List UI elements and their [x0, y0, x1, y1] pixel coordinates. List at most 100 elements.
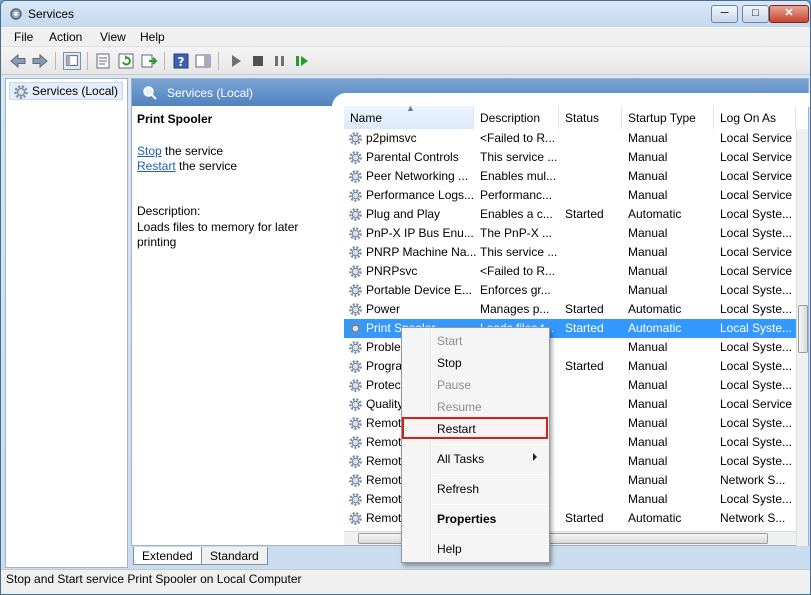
menu-bar: File Action View Help [1, 27, 810, 47]
menu-item-properties[interactable]: Properties [437, 512, 496, 530]
gear-icon [349, 227, 362, 240]
gear-icon [349, 265, 362, 278]
show-action-pane-icon[interactable] [194, 52, 212, 70]
cell-status: Started [565, 207, 604, 221]
cell-startup-type: Manual [628, 131, 668, 145]
cell-startup-type: Manual [628, 245, 668, 259]
stop-icon[interactable] [249, 52, 267, 70]
column-header-startup-type[interactable]: Startup Type [622, 106, 714, 129]
vertical-scrollbar[interactable] [796, 129, 808, 546]
minimize-button[interactable]: ─ [711, 5, 738, 23]
submenu-arrow-icon [533, 453, 537, 461]
close-button[interactable]: ✕ [769, 5, 809, 23]
cell-log-on-as: Local Syste... [720, 435, 793, 449]
cell-log-on-as: Local Syste... [720, 454, 793, 468]
svg-text:?: ? [178, 55, 185, 69]
cell-log-on-as: Local Syste... [720, 321, 793, 335]
table-row[interactable]: Performance Logs... Performanc... Manual Lo… [344, 186, 796, 205]
maximize-button[interactable]: □ [742, 5, 769, 23]
pause-icon[interactable] [271, 52, 289, 70]
menu-help[interactable]: Help [140, 30, 165, 44]
menu-separator [433, 534, 548, 535]
column-header-log-on-as[interactable]: Log On As [714, 106, 796, 129]
table-row[interactable]: PnP-X IP Bus Enu... The PnP-X ... Manual Lo… [344, 224, 796, 243]
vertical-scroll-thumb[interactable] [798, 305, 808, 353]
description-label: Description: [137, 204, 201, 218]
menu-item-help[interactable]: Help [437, 542, 462, 560]
menu-item-refresh[interactable]: Refresh [437, 482, 479, 500]
gear-icon [349, 303, 362, 316]
status-text: Stop and Start service Print Spooler on … [6, 572, 302, 586]
table-row[interactable]: PNRPsvc <Failed to R... Manual Local Servic… [344, 262, 796, 281]
menu-item-pause[interactable]: Pause [437, 378, 471, 396]
cell-description: Enables a c... [480, 207, 553, 221]
refresh-icon[interactable] [117, 52, 135, 70]
back-arrow-icon[interactable] [9, 52, 27, 70]
panel-header-title: Services (Local) [167, 86, 254, 100]
cell-description: The PnP-X ... [480, 226, 553, 240]
gear-icon [349, 436, 362, 449]
cell-log-on-as: Local Service [720, 264, 793, 278]
table-row[interactable]: Power Manages p... Started Automatic Local S… [344, 300, 796, 319]
cell-status: Started [565, 359, 604, 373]
gear-icon [349, 417, 362, 430]
table-row[interactable]: Parental Controls This service ... Manual L… [344, 148, 796, 167]
table-row[interactable]: Plug and Play Enables a c... Started Automa… [344, 205, 796, 224]
restart-service-link[interactable]: Restart [137, 159, 176, 173]
cell-startup-type: Automatic [628, 321, 682, 335]
services-app-icon [10, 8, 22, 20]
restart-line-suffix: the service [175, 159, 238, 173]
cell-name: Power [366, 302, 401, 316]
cell-name: PnP-X IP Bus Enu... [366, 226, 474, 240]
gear-icon [349, 132, 362, 145]
menu-item-start[interactable]: Start [437, 334, 462, 352]
tab-standard[interactable]: Standard [201, 547, 268, 565]
menu-item-all-tasks[interactable]: All Tasks [437, 452, 484, 470]
properties-icon[interactable] [94, 52, 112, 70]
gear-icon [349, 398, 362, 411]
table-row[interactable]: PNRP Machine Na... This service ... Manual… [344, 243, 796, 262]
column-header-description[interactable]: Description [474, 106, 559, 129]
tree-item-label: Services (Local) [32, 84, 119, 98]
cell-name: PNRPsvc [366, 264, 418, 278]
forward-arrow-icon[interactable] [31, 52, 49, 70]
table-row[interactable]: p2pimsvc <Failed to R... Manual Local Servi… [344, 129, 796, 148]
menu-action[interactable]: Action [49, 30, 82, 44]
table-row[interactable]: Portable Device E... Enforces gr... Manual… [344, 281, 796, 300]
stop-service-link[interactable]: Stop [137, 144, 162, 158]
menu-item-restart[interactable]: Restart [437, 422, 476, 440]
cell-startup-type: Manual [628, 188, 668, 202]
cell-startup-type: Manual [628, 150, 668, 164]
gear-icon [349, 474, 362, 487]
tab-extended[interactable]: Extended [133, 547, 202, 565]
extended-description-pane: Print Spooler Stop the service Restart t… [132, 106, 343, 547]
cell-startup-type: Manual [628, 492, 668, 506]
cell-description: Enforces gr... [480, 283, 551, 297]
cell-description: This service ... [480, 245, 558, 259]
column-header-name[interactable]: ▲ Name [344, 106, 474, 129]
table-row[interactable]: Peer Networking ... Enables mul... Manual L… [344, 167, 796, 186]
restart-icon[interactable] [293, 52, 311, 70]
cell-startup-type: Automatic [628, 207, 682, 221]
cell-log-on-as: Local Syste... [720, 416, 793, 430]
menu-item-stop[interactable]: Stop [437, 356, 462, 374]
cell-log-on-as: Local Syste... [720, 283, 793, 297]
export-list-icon[interactable] [140, 52, 158, 70]
cell-description: Enables mul... [480, 169, 557, 183]
menu-item-resume[interactable]: Resume [437, 400, 482, 418]
cell-name: p2pimsvc [366, 131, 417, 145]
play-icon[interactable] [227, 52, 245, 70]
column-header-status[interactable]: Status [559, 106, 622, 129]
description-text: Loads files to memory for later printing [137, 220, 299, 249]
help-icon[interactable]: ? [172, 52, 190, 70]
menu-view[interactable]: View [100, 30, 126, 44]
gear-icon [349, 379, 362, 392]
show-console-tree-icon[interactable] [63, 52, 81, 70]
window-title: Services [28, 7, 75, 21]
cell-description: <Failed to R... [480, 264, 556, 278]
tree-item-services-local[interactable]: Services (Local) [9, 82, 124, 100]
gear-icon [349, 360, 362, 373]
menu-file[interactable]: File [14, 30, 33, 44]
cell-log-on-as: Network S... [720, 511, 786, 525]
console-tree: Services (Local) [5, 78, 128, 568]
